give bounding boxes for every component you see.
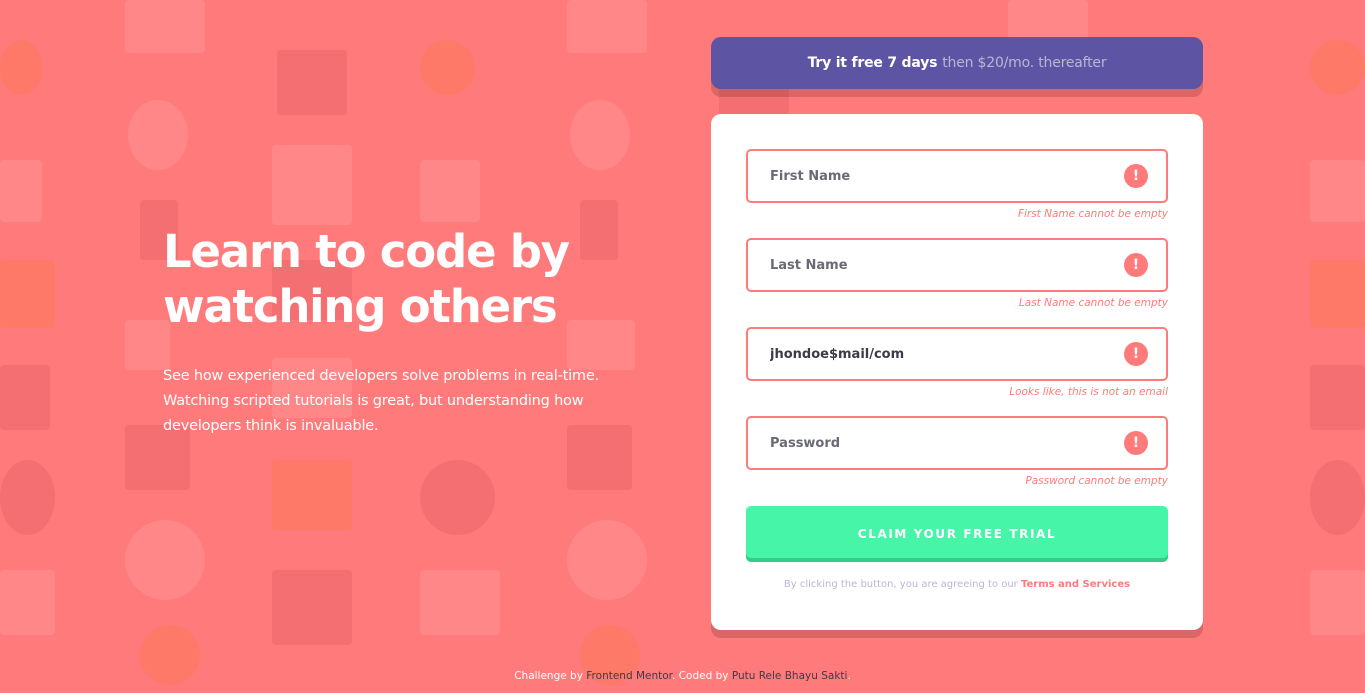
signup-form: ! First Name cannot be empty ! Last Name… [711, 114, 1203, 630]
email-error: Looks like, this is not an email [1009, 386, 1168, 398]
error-icon: ! [1124, 342, 1148, 366]
bg-network-icon [570, 100, 630, 170]
author-link[interactable]: Putu Rele Bhayu Sakti [732, 670, 848, 682]
frontend-mentor-link[interactable]: Frontend Mentor [586, 670, 672, 682]
footer-suffix: . [847, 670, 851, 682]
bg-lifebuoy-icon [567, 520, 647, 600]
promo-banner: Try it free 7 days then $20/mo. thereaft… [711, 37, 1203, 89]
bg-globe-icon [420, 460, 495, 535]
error-icon: ! [1124, 253, 1148, 277]
terms-notice: By clicking the button, you are agreeing… [746, 579, 1168, 590]
bg-thumbs-up-icon [0, 160, 42, 222]
bg-thumbs-up-icon [420, 160, 480, 222]
last-name-error: Last Name cannot be empty [1018, 297, 1168, 309]
hero-title-line2: watching others [163, 280, 558, 333]
bg-key-icon [272, 460, 352, 530]
bg-calendar-icon [420, 570, 500, 635]
bg-rocket-icon [1310, 365, 1365, 430]
hero-section: Learn to code by watching others See how… [163, 224, 633, 439]
bg-toolbox-icon [277, 50, 347, 115]
first-name-field-wrapper: ! [746, 149, 1168, 203]
password-error: Password cannot be empty [1025, 475, 1168, 487]
last-name-input[interactable] [746, 238, 1168, 292]
bg-globe-icon [1310, 460, 1365, 535]
bg-headset-icon [1310, 40, 1365, 95]
last-name-field-wrapper: ! [746, 238, 1168, 292]
bg-calendar-icon [1310, 570, 1365, 635]
bg-headset-icon [420, 40, 475, 95]
bg-browser-home-icon [125, 0, 205, 53]
bg-browser-home-icon [567, 0, 647, 53]
bg-network-icon [128, 100, 188, 170]
first-name-input[interactable] [746, 149, 1168, 203]
promo-price-text: then $20/mo. thereafter [942, 55, 1107, 71]
password-input[interactable] [746, 416, 1168, 470]
hero-description: See how experienced developers solve pro… [163, 368, 599, 434]
bg-exchange-icon [272, 145, 352, 225]
hero-title: Learn to code by watching others [163, 224, 633, 334]
error-icon: ! [1124, 164, 1148, 188]
email-input[interactable] [746, 327, 1168, 381]
bg-chart-icon [1310, 260, 1365, 328]
bg-calendar-icon [0, 570, 55, 635]
hero-title-line1: Learn to code by [163, 225, 570, 278]
terms-link[interactable]: Terms and Services [1021, 579, 1130, 590]
first-name-error: First Name cannot be empty [1017, 208, 1168, 220]
bg-rocket-icon [0, 365, 50, 430]
error-icon: ! [1124, 431, 1148, 455]
bg-globe-icon [0, 460, 55, 535]
bg-thumbs-up-icon [1310, 160, 1365, 222]
bg-lifebuoy-icon [125, 520, 205, 600]
attribution-footer: Challenge by Frontend Mentor. Coded by P… [0, 670, 1365, 682]
terms-prefix: By clicking the button, you are agreeing… [783, 579, 1018, 590]
bg-headset-icon [0, 40, 42, 95]
coded-prefix: . Coded by [672, 670, 729, 682]
promo-highlight: Try it free 7 days [807, 55, 938, 71]
email-field-wrapper: ! [746, 327, 1168, 381]
claim-free-trial-button[interactable]: CLAIM YOUR FREE TRIAL [746, 506, 1168, 562]
bg-browser-home-icon [272, 570, 352, 645]
bg-chart-icon [0, 260, 55, 328]
password-field-wrapper: ! [746, 416, 1168, 470]
challenge-prefix: Challenge by [514, 670, 583, 682]
